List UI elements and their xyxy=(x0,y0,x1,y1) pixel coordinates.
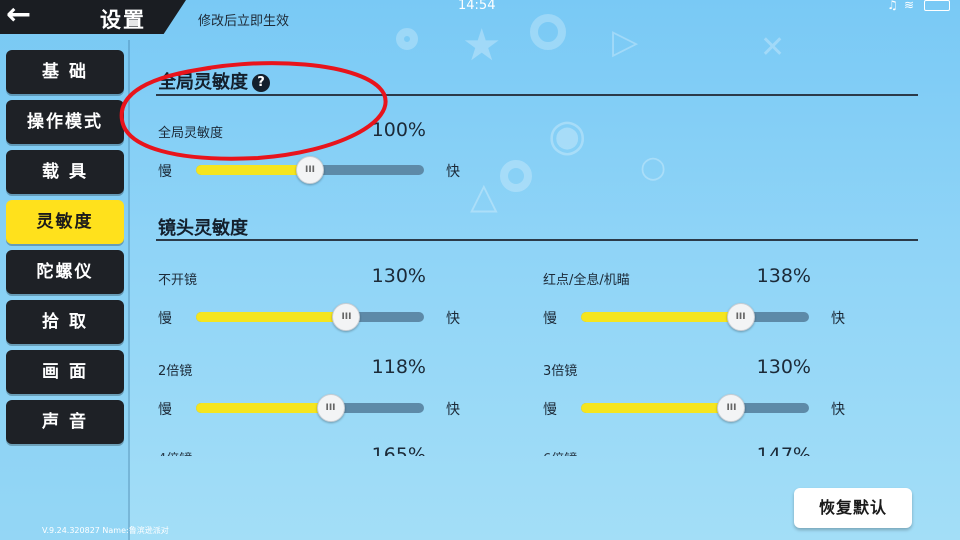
sidebar-item-pickup[interactable]: 拾 取 xyxy=(6,300,124,344)
slider-track-2x[interactable] xyxy=(196,403,424,413)
section-divider xyxy=(156,239,918,241)
slider-fill xyxy=(196,312,347,322)
slider-value-2x: 118% xyxy=(371,356,426,378)
slow-label: 慢 xyxy=(158,311,172,327)
circle-doodle: ○ xyxy=(640,150,667,185)
sidebar-item-basic[interactable]: 基 础 xyxy=(6,50,124,94)
sidebar-item-control-mode[interactable]: 操作模式 xyxy=(6,100,124,144)
slider-value-red-dot: 138% xyxy=(756,265,811,287)
doodle-ring xyxy=(530,14,566,50)
slider-fill xyxy=(581,403,732,413)
fast-label: 快 xyxy=(831,402,845,418)
bell-icon: ♫ xyxy=(887,0,904,12)
header-note: 修改后立即生效 xyxy=(198,14,290,29)
triangle-doodle: ▷ xyxy=(612,22,639,62)
slider-value-6x: 147% xyxy=(756,444,811,456)
doodle-ring xyxy=(396,28,418,50)
scroll-clip: 4倍镜 165% 6倍镜 147% xyxy=(150,444,930,456)
fast-label: 快 xyxy=(446,402,460,418)
red-circle-annotation xyxy=(119,61,388,161)
sidebar-item-sound[interactable]: 声 音 xyxy=(6,400,124,444)
sidebar: 基 础 操作模式 载 具 灵敏度 陀螺仪 拾 取 画 面 声 音 xyxy=(0,40,130,540)
wifi-icon: ≋ xyxy=(903,0,920,12)
slider-thumb-3x[interactable]: III xyxy=(717,394,746,422)
triangle-doodle: △ xyxy=(470,176,498,217)
slider-fill xyxy=(581,312,741,322)
slider-label-2x: 2倍镜 xyxy=(158,364,193,379)
slider-track-3x[interactable] xyxy=(581,403,809,413)
sidebar-item-sensitivity[interactable]: 灵敏度 xyxy=(6,200,124,244)
slider-thumb-no-scope[interactable]: III xyxy=(332,303,361,331)
fast-label: 快 xyxy=(446,311,460,327)
fast-label: 快 xyxy=(446,164,460,180)
system-icons: ♫≋ xyxy=(887,0,950,12)
gamepad-doodle: ◉ xyxy=(548,110,587,161)
slider-label-3x: 3倍镜 xyxy=(543,364,578,379)
section-title-scope: 镜头灵敏度 xyxy=(158,218,248,239)
slider-label-6x: 6倍镜 xyxy=(543,448,577,456)
back-arrow-icon: ← xyxy=(6,0,32,32)
slider-value-4x: 165% xyxy=(371,444,426,456)
slow-label: 慢 xyxy=(543,311,557,327)
sidebar-item-graphics[interactable]: 画 面 xyxy=(6,350,124,394)
x-doodle: ✕ xyxy=(760,30,786,65)
slow-label: 慢 xyxy=(158,402,172,418)
status-clock: 14:54 xyxy=(458,0,496,13)
fast-label: 快 xyxy=(831,311,845,327)
slider-label-no-scope: 不开镜 xyxy=(158,273,198,288)
slider-track-no-scope[interactable] xyxy=(196,312,424,322)
restore-defaults-button[interactable]: 恢复默认 xyxy=(794,488,912,528)
page-title: 设置 xyxy=(100,8,146,32)
back-button[interactable]: ← xyxy=(6,0,50,32)
sidebar-item-gyroscope[interactable]: 陀螺仪 xyxy=(6,250,124,294)
version-text: V.9.24.320827 Name:鲁滨逊派对 xyxy=(42,526,169,535)
slider-fill xyxy=(196,403,331,413)
doodle-ring xyxy=(500,160,532,192)
slow-label: 慢 xyxy=(543,402,557,418)
slider-thumb-red-dot[interactable]: III xyxy=(726,303,755,331)
slider-value-3x: 130% xyxy=(756,356,811,378)
sidebar-item-vehicle[interactable]: 载 具 xyxy=(6,150,124,194)
slider-thumb-2x[interactable]: III xyxy=(316,394,345,422)
slider-value-no-scope: 130% xyxy=(371,265,426,287)
star-doodle: ★ xyxy=(462,20,502,71)
battery-icon xyxy=(924,0,950,11)
slider-label-4x: 4倍镜 xyxy=(158,448,192,456)
slider-track-red-dot[interactable] xyxy=(581,312,809,322)
slider-label-red-dot: 红点/全息/机瞄 xyxy=(543,273,630,288)
slider-fill xyxy=(196,165,310,175)
